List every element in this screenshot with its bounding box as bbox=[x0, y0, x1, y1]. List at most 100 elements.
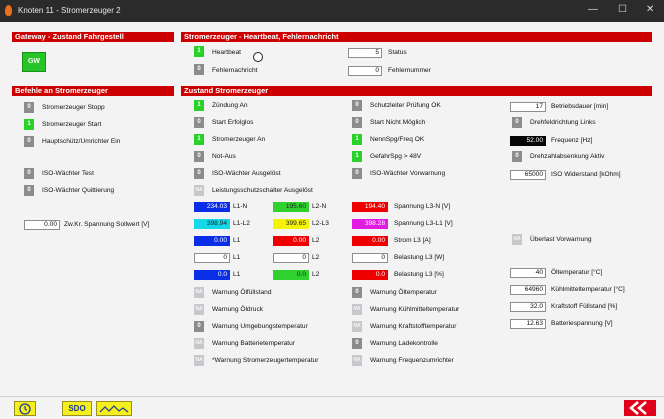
sollwert-label: Zw.Kr. Spannung Sollwert [V] bbox=[64, 221, 150, 228]
umgebung-label: Warnung Umgebungstemperatur bbox=[212, 323, 308, 330]
frequenz-label: Frequenz [Hz] bbox=[551, 137, 593, 144]
start-label: Stromerzeuger Start bbox=[42, 121, 102, 128]
section-gateway: Gateway - Zustand Fahrgestell bbox=[12, 32, 174, 42]
status-label: Status bbox=[388, 49, 407, 56]
back-arrow-icon bbox=[629, 401, 647, 415]
spannung-l3l1-value: 398.28 bbox=[352, 219, 388, 229]
iso-quittierung-indicator[interactable]: 0 bbox=[24, 185, 34, 196]
belastung-pct-l1-label: L1 bbox=[233, 271, 241, 278]
sollwert-input[interactable]: 0.00 bbox=[24, 220, 60, 230]
spannung-l3n-value: 194.40 bbox=[352, 202, 388, 212]
belastung-w-l3-label: Belastung L3 [W] bbox=[394, 254, 445, 261]
lss-label: Leistungsschutzschalter Ausgelöst bbox=[212, 187, 313, 194]
iso-test-indicator[interactable]: 0 bbox=[24, 168, 34, 179]
l2l3-label: L2-L3 bbox=[312, 220, 329, 227]
gefahrspg-label: GefahrSpg > 48V bbox=[370, 153, 422, 160]
hauptschuetz-indicator[interactable]: 0 bbox=[24, 136, 34, 147]
strom-l3-value: 0.00 bbox=[352, 236, 388, 246]
iso-test-label: ISO-Wächter Test bbox=[42, 170, 94, 177]
betriebsdauer-value: 17 bbox=[510, 102, 546, 112]
frequenzumrichter-label: Warnung Frequenzumrichter bbox=[370, 357, 454, 364]
heartbeat-radio[interactable] bbox=[253, 52, 263, 62]
ueberlast-indicator: NA bbox=[512, 234, 522, 245]
ladekontrolle-label: Warnung Ladekontrolle bbox=[370, 340, 438, 347]
stopp-indicator[interactable]: 0 bbox=[24, 102, 34, 113]
zuendung-label: Zündung An bbox=[212, 102, 248, 109]
iso-widerstand-value: 65000 bbox=[510, 170, 546, 180]
belastung-w-l3-value: 0 bbox=[352, 253, 388, 263]
oeltemp-label: Öltemperatur [°C] bbox=[551, 269, 603, 276]
kraftstoff-fuellstand-label: Kraftstoff Füllstand [%] bbox=[551, 303, 618, 310]
nennspg-label: NennSpg/Freq OK bbox=[370, 136, 425, 143]
kraftstoff-warn-label: Warnung Kraftstofftemperatur bbox=[370, 323, 457, 330]
schutzleiter-label: Schutzleiter Prüfung OK bbox=[370, 102, 441, 109]
window-title: Knoten 11 - Stromerzeuger 2 bbox=[18, 6, 121, 15]
start-erfolglos-indicator: 0 bbox=[194, 117, 204, 128]
belastung-w-l2-label: L2 bbox=[312, 254, 320, 261]
schutzleiter-indicator: 0 bbox=[352, 100, 362, 111]
spannung-l2l3-value: 399.65 bbox=[273, 219, 309, 229]
oelfuellstand-indicator: NA bbox=[194, 287, 204, 298]
spannung-l3n-label: Spannung L3-N [V] bbox=[394, 203, 451, 210]
oeltemp-value: 40 bbox=[510, 268, 546, 278]
drehfeld-indicator: 0 bbox=[512, 117, 522, 128]
l1n-label: L1-N bbox=[233, 203, 248, 210]
iso-ausgeloest-indicator: 0 bbox=[194, 168, 204, 179]
kuehlmitteltemp-label: Kühlmitteltemperatur [°C] bbox=[551, 286, 625, 293]
gw-button[interactable]: GW bbox=[22, 52, 46, 72]
iso-widerstand-label: ISO Widerstand [kOhm] bbox=[551, 171, 621, 178]
batterietemp-indicator: NA bbox=[194, 338, 204, 349]
notaus-label: Not-Aus bbox=[212, 153, 236, 160]
drehzahl-label: Drehzahlabsenkung Aktiv bbox=[530, 153, 605, 160]
fehlernummer-label: Fehlernummer bbox=[388, 67, 431, 74]
betriebsdauer-label: Betriebsdauer [min] bbox=[551, 103, 609, 110]
fehlernachricht-indicator: 0 bbox=[194, 64, 204, 75]
minimize-button[interactable]: — bbox=[588, 4, 598, 15]
kuehlmittel-warn-indicator: NA bbox=[352, 304, 362, 315]
clock-icon bbox=[19, 403, 31, 415]
iso-vorwarnung-label: ISO-Wächter Vorwarnung bbox=[370, 170, 446, 177]
maximize-button[interactable]: ☐ bbox=[618, 4, 627, 15]
section-zustand: Zustand Stromerzeuger bbox=[181, 86, 652, 96]
strom-l1-value: 0.00 bbox=[194, 236, 230, 246]
batteriespannung-label: Batteriespannung [V] bbox=[551, 320, 613, 327]
start-nicht-moeglich-indicator: 0 bbox=[352, 117, 362, 128]
oeldruck-label: Warnung Öldruck bbox=[212, 306, 264, 313]
frequenz-value: 52.00 bbox=[510, 136, 546, 146]
strom-l2-value: 0.00 bbox=[273, 236, 309, 246]
start-indicator[interactable]: 1 bbox=[24, 119, 34, 130]
se-temp-label: *Warnung Stromerzeugertemperatur bbox=[212, 357, 319, 364]
strom-l1-label: L1 bbox=[233, 237, 241, 244]
sdo-button[interactable]: SDO bbox=[62, 401, 92, 416]
kraftstoff-warn-indicator: NA bbox=[352, 321, 362, 332]
belastung-w-l1-label: L1 bbox=[233, 254, 241, 261]
kraftstoff-fuellstand-value: 32.0 bbox=[510, 302, 546, 312]
iso-ausgeloest-label: ISO-Wächter Ausgelöst bbox=[212, 170, 281, 177]
umgebung-indicator: 0 bbox=[194, 321, 204, 332]
belastung-pct-l2-label: L2 bbox=[312, 271, 320, 278]
belastung-pct-l2-value: 0.0 bbox=[273, 270, 309, 280]
chart-button[interactable] bbox=[96, 401, 132, 416]
flame-icon bbox=[5, 5, 12, 16]
spannung-l1l2-value: 398.94 bbox=[194, 219, 230, 229]
l2n-label: L2-N bbox=[312, 203, 327, 210]
oeltemp-warn-label: Warnung Öltemperatur bbox=[370, 289, 437, 296]
drehzahl-indicator: 0 bbox=[512, 151, 522, 162]
belastung-w-l2-value: 0 bbox=[273, 253, 309, 263]
hauptschuetz-label: Hauptschütz/Umrichter Ein bbox=[42, 138, 121, 145]
zuendung-indicator: 1 bbox=[194, 100, 204, 111]
section-heartbeat: Stromerzeuger - Heartbeat, Fehlernachric… bbox=[181, 32, 652, 42]
iso-vorwarnung-indicator: 0 bbox=[352, 168, 362, 179]
se-temp-indicator: NA bbox=[194, 355, 204, 366]
belastung-pct-l1-value: 0.0 bbox=[194, 270, 230, 280]
drehfeld-label: Drehfeldrichtung Links bbox=[530, 119, 596, 126]
back-button[interactable] bbox=[624, 400, 656, 416]
clock-button[interactable] bbox=[14, 401, 36, 416]
close-button[interactable]: ✕ bbox=[646, 4, 654, 15]
spannung-l2n-value: 195.60 bbox=[273, 202, 309, 212]
batterietemp-label: Warnung Batterietemperatur bbox=[212, 340, 295, 347]
start-nicht-moeglich-label: Start Nicht Möglich bbox=[370, 119, 426, 126]
section-befehle: Befehle an Stromerzeuger bbox=[12, 86, 174, 96]
heartbeat-label: Heartbeat bbox=[212, 49, 241, 56]
start-erfolglos-label: Start Erfolglos bbox=[212, 119, 254, 126]
